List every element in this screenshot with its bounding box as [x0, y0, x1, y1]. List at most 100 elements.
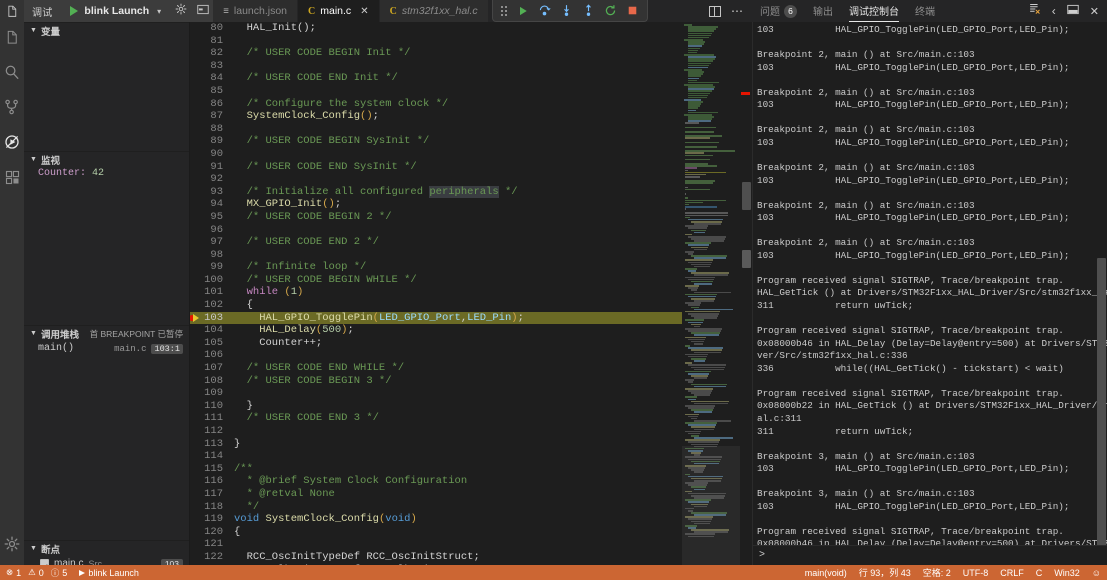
callstack-frame[interactable]: main() main.c 103:1	[24, 341, 189, 356]
status-problems[interactable]: ⊗ 1 ⚠ 0 ⓘ 5	[6, 567, 67, 579]
gutter-cell[interactable]	[190, 186, 204, 199]
code-line[interactable]: 115 /**	[190, 463, 682, 476]
code-line[interactable]: 99 /* Infinite loop */	[190, 261, 682, 274]
split-editor-icon[interactable]	[709, 5, 721, 17]
maximize-panel-icon[interactable]	[1067, 2, 1079, 20]
gutter-cell[interactable]	[190, 551, 204, 564]
code-line[interactable]: 114	[190, 450, 682, 463]
watch-body[interactable]: Counter: 42	[24, 167, 189, 325]
gutter-cell[interactable]	[190, 123, 204, 136]
code-line[interactable]: 94 MX_GPIO_Init();	[190, 198, 682, 211]
code-line[interactable]: 84 /* USER CODE END Init */	[190, 72, 682, 85]
code-line[interactable]: 102 {	[190, 299, 682, 312]
code-line[interactable]: 111 /* USER CODE END 3 */	[190, 412, 682, 425]
gutter-cell[interactable]	[190, 249, 204, 262]
code-line[interactable]: 122 RCC_OscInitTypeDef RCC_OscInitStruct…	[190, 551, 682, 564]
gutter-cell[interactable]	[190, 463, 204, 476]
code-line[interactable]: 123 RCC_ClkInitTypeDef RCC_ClkInitStruct…	[190, 564, 682, 565]
debug-toolbar[interactable]	[492, 0, 648, 22]
tab-main-c[interactable]: C main.c ✕	[298, 0, 380, 22]
gutter-cell[interactable]	[190, 274, 204, 287]
gutter-cell[interactable]	[190, 135, 204, 148]
panel-tab-terminal[interactable]: 终端	[915, 0, 935, 22]
breakpoint-item[interactable]: main.c Src 103	[24, 556, 189, 565]
settings-gear-icon[interactable]	[3, 535, 21, 553]
gutter-cell[interactable]	[190, 35, 204, 48]
gutter-cell[interactable]	[190, 362, 204, 375]
gutter-cell[interactable]	[190, 488, 204, 501]
code-line[interactable]: 121	[190, 538, 682, 551]
section-header-breakpoints[interactable]: ▼ 断点	[24, 540, 189, 556]
gutter-cell[interactable]	[190, 286, 204, 299]
callstack-body[interactable]: main() main.c 103:1	[24, 341, 189, 540]
status-run-config[interactable]: blink Launch	[79, 568, 139, 578]
breakpoints-body[interactable]: main.c Src 103	[24, 556, 189, 565]
gutter-cell[interactable]	[190, 526, 204, 539]
code-line[interactable]: 120 {	[190, 526, 682, 539]
section-header-callstack[interactable]: ▼ 调用堆栈 首 BREAKPOINT 已暂停	[24, 325, 189, 341]
status-encoding[interactable]: UTF-8	[963, 568, 989, 578]
variables-body[interactable]	[24, 38, 189, 151]
code-line[interactable]: 105 Counter++;	[190, 337, 682, 350]
step-into-button[interactable]	[560, 4, 573, 17]
gutter-cell[interactable]	[190, 349, 204, 362]
panel-tab-output[interactable]: 输出	[813, 0, 833, 22]
overview-ruler[interactable]	[740, 22, 752, 565]
code-line[interactable]: 81	[190, 35, 682, 48]
debug-console-input[interactable]: >	[753, 545, 1107, 565]
gutter-cell[interactable]	[190, 148, 204, 161]
watch-item[interactable]: Counter: 42	[24, 167, 189, 180]
code-line[interactable]: 86 /* Configure the system clock */	[190, 98, 682, 111]
code-line[interactable]: 95 /* USER CODE BEGIN 2 */	[190, 211, 682, 224]
close-icon[interactable]: ✕	[360, 6, 368, 17]
code-line[interactable]: 93 /* Initialize all configured peripher…	[190, 185, 682, 199]
editor-scrollbar-thumb-2[interactable]	[742, 250, 751, 268]
search-icon[interactable]	[3, 63, 21, 81]
gutter-cell[interactable]	[190, 110, 204, 123]
code-line[interactable]: 92	[190, 173, 682, 186]
drag-handle[interactable]	[501, 5, 507, 16]
extensions-icon[interactable]	[3, 168, 21, 186]
panel-tab-problems[interactable]: 问题 6	[760, 0, 797, 22]
gutter-cell[interactable]	[190, 425, 204, 438]
code-line[interactable]: 108 /* USER CODE BEGIN 3 */	[190, 375, 682, 388]
gutter-cell[interactable]	[190, 438, 204, 451]
chevron-left-icon[interactable]: ‹	[1052, 4, 1056, 18]
status-platform[interactable]: Win32	[1054, 568, 1080, 578]
code-line[interactable]: 91 /* USER CODE END SysInit */	[190, 161, 682, 174]
code-line[interactable]: 106	[190, 349, 682, 362]
code-line[interactable]: 87 SystemClock_Config();	[190, 110, 682, 123]
gutter-cell[interactable]	[190, 475, 204, 488]
open-panel-icon[interactable]	[197, 2, 209, 20]
ellipsis-icon[interactable]: ⋯	[731, 5, 744, 17]
gutter-cell[interactable]	[190, 161, 204, 174]
code-line[interactable]: 85	[190, 85, 682, 98]
gutter-cell[interactable]	[190, 173, 204, 186]
close-panel-icon[interactable]: ✕	[1090, 5, 1099, 18]
status-cursor-position[interactable]: 行 93，列 43	[859, 566, 911, 579]
code-line[interactable]: 97 /* USER CODE END 2 */	[190, 236, 682, 249]
code-line[interactable]: 110 }	[190, 400, 682, 413]
status-eol[interactable]: CRLF	[1000, 568, 1024, 578]
status-indentation[interactable]: 空格: 2	[923, 566, 951, 579]
debug-console-output[interactable]: 103 HAL_GPIO_TogglePin(LED_GPIO_Port,LED…	[753, 22, 1107, 545]
code-surface[interactable]: 80 HAL_Init(); 81 82 /* USER CODE BEGIN In…	[190, 22, 682, 565]
code-line[interactable]: 100 /* USER CODE BEGIN WHILE */	[190, 274, 682, 287]
code-lines[interactable]: 80 HAL_Init(); 81 82 /* USER CODE BEGIN In…	[190, 22, 682, 565]
gutter-cell[interactable]	[190, 85, 204, 98]
feedback-smiley-icon[interactable]: ☺	[1092, 568, 1101, 578]
gutter-cell[interactable]	[190, 564, 204, 565]
gutter-cell[interactable]	[190, 198, 204, 211]
code-line[interactable]: 88	[190, 123, 682, 136]
code-line[interactable]: 107 /* USER CODE END WHILE */	[190, 362, 682, 375]
code-line[interactable]: 82 /* USER CODE BEGIN Init */	[190, 47, 682, 60]
minimap-slider[interactable]	[682, 446, 740, 565]
code-line[interactable]: 117 * @retval None	[190, 488, 682, 501]
code-line[interactable]: 98	[190, 249, 682, 262]
code-line[interactable]: 83	[190, 60, 682, 73]
status-symbol[interactable]: main(void)	[805, 568, 847, 578]
gutter-cell[interactable]	[190, 211, 204, 224]
run-and-debug-icon[interactable]	[3, 133, 21, 151]
minimap[interactable]	[682, 22, 740, 565]
code-line[interactable]: 113}	[190, 438, 682, 451]
